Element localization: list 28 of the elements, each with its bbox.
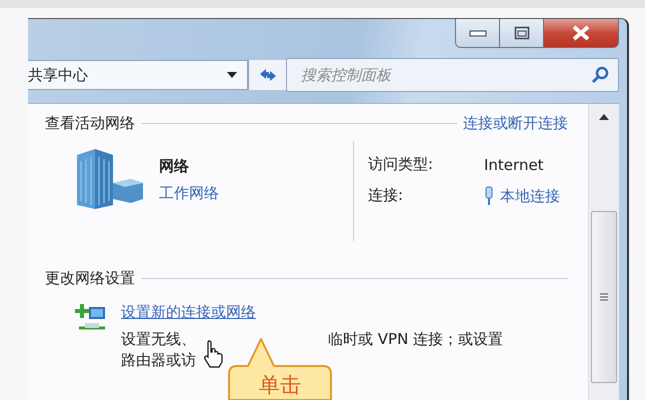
search-field[interactable]: 搜索控制面板 xyxy=(286,58,619,92)
close-icon xyxy=(571,25,591,41)
scroll-up-icon[interactable] xyxy=(599,114,609,120)
detail-label: 连接: xyxy=(368,186,404,206)
network-name: 网络 xyxy=(159,157,190,176)
task-link[interactable]: 设置新的连接或网络 xyxy=(121,303,256,321)
address-bar[interactable]: 共享中心 xyxy=(28,60,248,90)
section-heading: 更改网络设置 xyxy=(45,269,135,288)
connection-link[interactable]: 本地连接 xyxy=(500,186,560,206)
hand-cursor-icon xyxy=(203,340,225,368)
dropdown-icon[interactable] xyxy=(227,72,237,78)
connect-link[interactable]: 连接或断开连接 xyxy=(463,114,568,133)
close-button[interactable] xyxy=(544,19,618,47)
cable-plug-icon xyxy=(484,186,494,206)
detail-value: Internet xyxy=(484,155,545,174)
search-icon[interactable] xyxy=(591,66,609,84)
maximize-button[interactable] xyxy=(500,19,544,47)
minimize-button[interactable] xyxy=(456,19,500,47)
scrollbar-thumb[interactable] xyxy=(591,211,617,383)
maximize-icon xyxy=(514,26,530,40)
minimize-icon xyxy=(468,29,486,37)
section-heading: 查看活动网络 xyxy=(45,114,135,133)
refresh-button[interactable] xyxy=(248,60,286,90)
network-type-link[interactable]: 工作网络 xyxy=(159,184,219,203)
refresh-icon xyxy=(258,67,278,83)
task-description: 路由器或访 xyxy=(121,351,196,370)
detail-label: 访问类型: xyxy=(368,155,434,174)
task-description: 设置无线、 xyxy=(121,330,196,349)
